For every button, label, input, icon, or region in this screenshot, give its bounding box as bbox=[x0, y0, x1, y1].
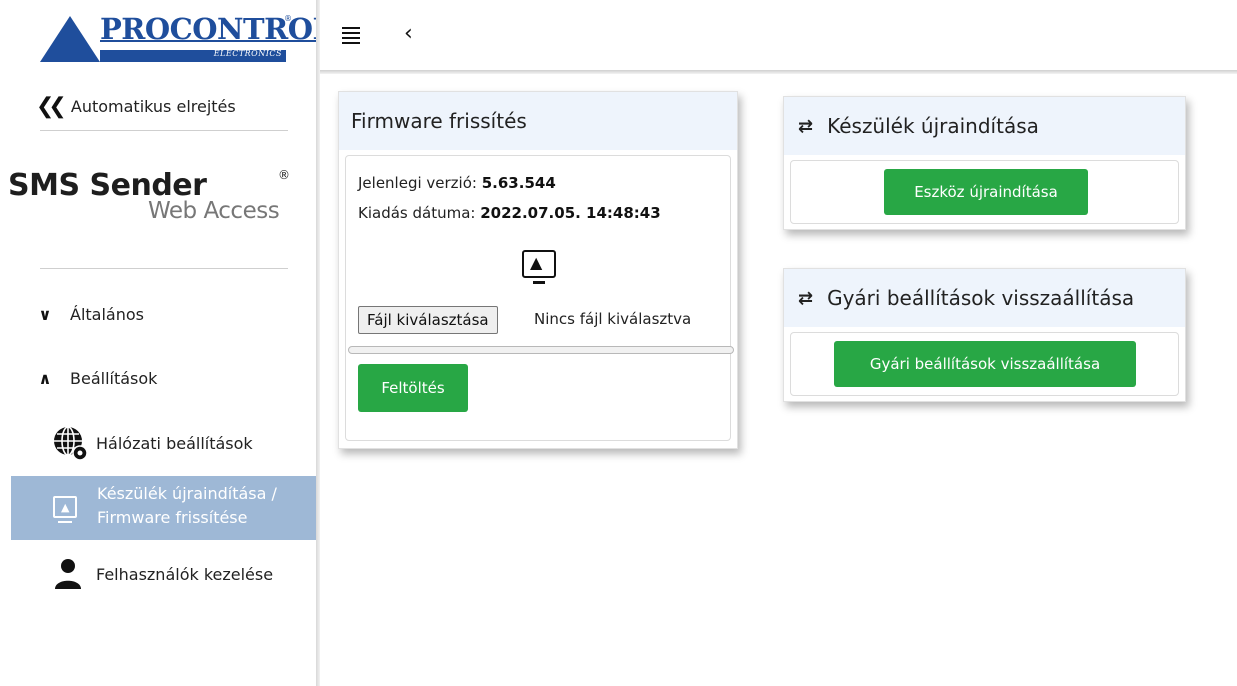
factory-reset-card-body: Gyári beállítások visszaállítása bbox=[790, 332, 1179, 396]
upload-button[interactable]: Feltöltés bbox=[358, 364, 468, 412]
nav-group-label: Általános bbox=[70, 305, 144, 324]
upload-screen-icon: ▲ bbox=[522, 250, 556, 284]
choose-file-button[interactable]: Fájl kiválasztása bbox=[358, 306, 498, 334]
restart-card-body: Eszköz újraindítása bbox=[790, 160, 1179, 224]
nav-group-altalanos[interactable]: ∨ Általános bbox=[34, 305, 144, 324]
release-date-value: 2022.07.05. 14:48:43 bbox=[480, 204, 661, 222]
autohide-label: Automatikus elrejtés bbox=[70, 97, 236, 116]
swap-arrows-icon: ⇄ bbox=[798, 287, 814, 309]
restart-card-title: Készülék újraindítása bbox=[827, 114, 1039, 138]
procontrol-logo: PROCONTROL ® ELECTRONICS bbox=[40, 12, 333, 64]
restart-card: ⇄ Készülék újraindítása Eszköz újraindít… bbox=[783, 96, 1186, 230]
sidebar-item-label: Készülék újraindítása / Firmware frissít… bbox=[97, 484, 277, 527]
chevron-up-icon: ∧ bbox=[38, 369, 52, 388]
logo-name: PROCONTROL bbox=[100, 12, 333, 46]
firmware-card: Firmware frissítés Jelenlegi verzió: 5.6… bbox=[338, 91, 738, 449]
divider bbox=[40, 130, 288, 131]
current-version: Jelenlegi verzió: 5.63.544 bbox=[358, 174, 556, 192]
double-chevron-left-icon: ❮❮ bbox=[36, 94, 67, 119]
sidebar-item-label: Felhasználók kezelése bbox=[96, 564, 274, 584]
brand-sub: Web Access bbox=[148, 198, 280, 224]
sms-sender-brand: SMS Sender ® Web Access bbox=[8, 168, 318, 224]
no-file-chosen-text: Nincs fájl kiválasztva bbox=[534, 310, 692, 328]
top-bar: ‹ bbox=[320, 0, 1237, 70]
sidebar-shadow bbox=[316, 0, 320, 686]
swap-arrows-icon: ⇄ bbox=[798, 115, 814, 137]
hamburger-menu-icon[interactable] bbox=[342, 27, 360, 44]
current-version-value: 5.63.544 bbox=[481, 174, 556, 192]
sidebar-item-label: Hálózati beállítások bbox=[96, 433, 253, 453]
sidebar-item-network-settings[interactable]: Hálózati beállítások bbox=[52, 425, 253, 461]
divider bbox=[40, 268, 288, 269]
upload-screen-icon: ▲ bbox=[53, 496, 77, 523]
factory-reset-card-header: ⇄ Gyári beállítások visszaállítása bbox=[784, 269, 1185, 327]
factory-reset-card: ⇄ Gyári beállítások visszaállítása Gyári… bbox=[783, 268, 1186, 402]
logo-registered-mark: ® bbox=[284, 14, 292, 23]
brand-registered-mark: ® bbox=[278, 168, 290, 182]
restart-device-button[interactable]: Eszköz újraindítása bbox=[884, 169, 1088, 215]
logo-bar: ELECTRONICS bbox=[100, 49, 286, 62]
release-date: Kiadás dátuma: 2022.07.05. 14:48:43 bbox=[358, 204, 661, 222]
logo-triangle-icon bbox=[40, 16, 100, 62]
nav-group-beallitasok[interactable]: ∧ Beállítások bbox=[34, 369, 158, 388]
chevron-left-icon[interactable]: ‹ bbox=[404, 21, 413, 46]
nav-group-label: Beállítások bbox=[70, 369, 158, 388]
firmware-card-title: Firmware frissítés bbox=[351, 109, 527, 133]
logo-subtitle: ELECTRONICS bbox=[213, 49, 282, 58]
sidebar-item-restart-firmware[interactable]: ▲ Készülék újraindítása / Firmware friss… bbox=[11, 476, 318, 540]
upload-progress-bar bbox=[348, 346, 734, 354]
sidebar: PROCONTROL ® ELECTRONICS ❮❮ Automatikus … bbox=[0, 0, 333, 686]
factory-reset-card-title: Gyári beállítások visszaállítása bbox=[827, 286, 1135, 310]
globe-gear-icon bbox=[52, 425, 88, 461]
top-bar-shadow bbox=[320, 70, 1237, 74]
restart-card-header: ⇄ Készülék újraindítása bbox=[784, 97, 1185, 155]
autohide-toggle[interactable]: ❮❮ Automatikus elrejtés bbox=[36, 94, 236, 119]
chevron-down-icon: ∨ bbox=[38, 305, 52, 324]
firmware-card-header: Firmware frissítés bbox=[339, 92, 737, 150]
sidebar-item-user-management[interactable]: Felhasználók kezelése bbox=[52, 556, 273, 592]
factory-reset-button[interactable]: Gyári beállítások visszaállítása bbox=[834, 341, 1136, 387]
firmware-card-body: Jelenlegi verzió: 5.63.544 Kiadás dátuma… bbox=[345, 155, 734, 441]
user-icon bbox=[52, 556, 88, 592]
